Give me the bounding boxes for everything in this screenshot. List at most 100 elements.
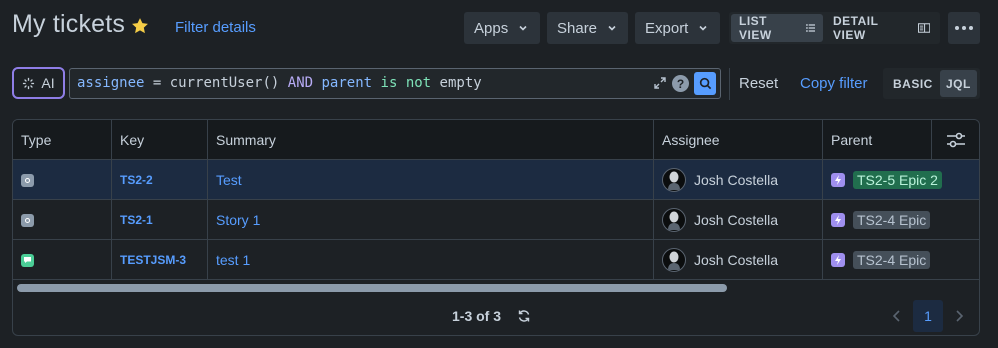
assignee-name: Josh Costella xyxy=(694,212,779,228)
column-header-key[interactable]: Key xyxy=(112,120,208,160)
avatar xyxy=(662,168,686,192)
issue-summary-link[interactable]: Test xyxy=(216,172,242,188)
chevron-down-icon xyxy=(608,25,616,31)
message-icon xyxy=(21,253,34,267)
more-icon xyxy=(955,26,973,30)
epic-icon xyxy=(831,213,845,227)
parent-lozenge[interactable]: TS2-4 Epic xyxy=(853,211,931,229)
jql-operator: not xyxy=(405,75,432,91)
assignee-cell[interactable]: Josh Costella xyxy=(654,200,823,240)
key-cell: TESTJSM-3 xyxy=(112,240,208,280)
column-header-parent[interactable]: Parent xyxy=(823,120,932,160)
chevron-right-icon[interactable] xyxy=(951,308,967,324)
assignee-name: Josh Costella xyxy=(694,252,779,268)
horizontal-scrollbar[interactable] xyxy=(17,284,727,292)
key-cell: TS2-2 xyxy=(112,160,208,200)
result-count: 1-3 of 3 xyxy=(452,308,502,324)
issue-key-link[interactable]: TS2-2 xyxy=(120,173,153,187)
chevron-down-icon xyxy=(699,25,707,31)
refresh-icon[interactable] xyxy=(517,309,531,323)
type-cell xyxy=(13,160,112,200)
jql-keyword: AND xyxy=(287,75,314,91)
table-row[interactable]: TESTJSM-3 test 1 Josh Costella TS2-4 Epi… xyxy=(13,240,979,280)
detail-view-icon xyxy=(917,23,930,33)
view-toggle: LIST VIEW DETAIL VIEW xyxy=(729,12,940,44)
page-title: My tickets xyxy=(12,10,126,38)
issue-key-link[interactable]: TS2-1 xyxy=(120,213,153,227)
person-icon xyxy=(668,171,680,190)
export-button[interactable]: Export xyxy=(635,12,720,44)
help-icon[interactable]: ? xyxy=(672,75,689,92)
avatar xyxy=(662,208,686,232)
list-view-button[interactable]: LIST VIEW xyxy=(731,14,823,42)
apps-label: Apps xyxy=(474,19,509,37)
assignee-cell[interactable]: Josh Costella xyxy=(654,160,823,200)
share-label: Share xyxy=(557,19,598,37)
chevron-down-icon xyxy=(519,25,527,31)
copy-filter-button[interactable]: Copy filter xyxy=(800,75,868,92)
epic-icon xyxy=(831,253,845,267)
divider xyxy=(729,68,730,100)
parent-lozenge[interactable]: TS2-4 Epic xyxy=(853,251,931,269)
export-label: Export xyxy=(645,19,689,37)
type-cell xyxy=(13,200,112,240)
column-settings-button[interactable] xyxy=(932,120,979,160)
epic-icon xyxy=(831,173,845,187)
search-button[interactable] xyxy=(694,72,716,95)
filter-details-link[interactable]: Filter details xyxy=(175,19,256,36)
jql-function: currentUser() xyxy=(169,75,280,91)
assignee-name: Josh Costella xyxy=(694,172,779,188)
person-icon xyxy=(668,251,680,270)
column-header-type[interactable]: Type xyxy=(13,120,112,160)
sparkle-icon xyxy=(23,77,35,89)
more-actions-button[interactable] xyxy=(948,12,980,44)
issue-summary-link[interactable]: Story 1 xyxy=(216,212,260,228)
jql-value: empty xyxy=(439,75,482,91)
summary-cell: test 1 xyxy=(208,240,654,280)
basic-mode-button[interactable]: BASIC xyxy=(887,70,939,97)
list-view-label: LIST VIEW xyxy=(739,14,772,42)
jql-field: parent xyxy=(321,75,373,91)
ai-label: AI xyxy=(41,75,55,91)
issue-summary-link[interactable]: test 1 xyxy=(216,252,250,268)
search-mode-toggle: BASIC JQL xyxy=(883,68,980,99)
share-button[interactable]: Share xyxy=(547,12,628,44)
search-icon xyxy=(699,77,711,90)
list-icon xyxy=(805,24,815,32)
star-icon[interactable] xyxy=(130,16,150,36)
jql-query-input[interactable]: assignee = currentUser() AND parent is n… xyxy=(69,68,721,99)
apps-button[interactable]: Apps xyxy=(464,12,540,44)
table-row[interactable]: TS2-1 Story 1 Josh Costella TS2-4 Epic xyxy=(13,200,979,240)
summary-cell: Test xyxy=(208,160,654,200)
detail-view-button[interactable]: DETAIL VIEW xyxy=(825,14,938,42)
table-header: Type Key Summary Assignee Parent xyxy=(13,120,979,160)
page-button-current[interactable]: 1 xyxy=(913,300,943,332)
issues-table: Type Key Summary Assignee Parent TS2-2 T… xyxy=(12,119,980,336)
detail-view-label: DETAIL VIEW xyxy=(833,14,879,42)
jql-operator: = xyxy=(152,75,162,91)
key-cell: TS2-1 xyxy=(112,200,208,240)
avatar xyxy=(662,248,686,272)
issue-key-link[interactable]: TESTJSM-3 xyxy=(120,253,186,267)
column-header-assignee[interactable]: Assignee xyxy=(654,120,823,160)
parent-cell[interactable]: TS2-4 Epic xyxy=(823,200,979,240)
parent-cell[interactable]: TS2-4 Epic xyxy=(823,240,979,280)
column-header-summary[interactable]: Summary xyxy=(208,120,654,160)
person-icon xyxy=(668,211,680,230)
table-row[interactable]: TS2-2 Test Josh Costella TS2-5 Epic 2 xyxy=(13,160,979,200)
reset-button[interactable]: Reset xyxy=(739,75,778,92)
type-cell xyxy=(13,240,112,280)
jql-mode-button[interactable]: JQL xyxy=(940,70,977,97)
ai-button[interactable]: AI xyxy=(12,67,65,99)
summary-cell: Story 1 xyxy=(208,200,654,240)
expand-icon[interactable] xyxy=(653,76,667,90)
settings-sliders-icon xyxy=(947,132,965,148)
parent-cell[interactable]: TS2-5 Epic 2 xyxy=(823,160,979,200)
chevron-left-icon[interactable] xyxy=(889,308,905,324)
subtask-icon xyxy=(21,213,34,227)
table-footer: 1-3 of 3 1 xyxy=(13,296,979,335)
parent-lozenge[interactable]: TS2-5 Epic 2 xyxy=(853,171,942,189)
subtask-icon xyxy=(21,173,34,187)
assignee-cell[interactable]: Josh Costella xyxy=(654,240,823,280)
jql-operator: is xyxy=(380,75,398,91)
